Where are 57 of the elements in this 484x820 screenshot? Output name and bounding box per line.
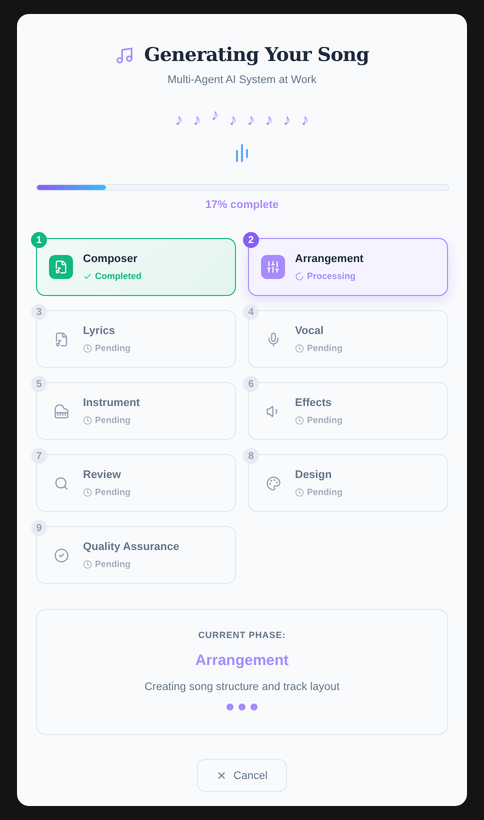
music-note: ♪	[301, 112, 309, 130]
agent-status: Pending	[95, 487, 130, 497]
music-note: ♪	[247, 112, 255, 130]
agent-name: Arrangement	[295, 253, 364, 265]
step-number: 4	[243, 304, 259, 320]
agent-name: Review	[83, 469, 122, 481]
agent-name: Instrument	[83, 397, 140, 409]
phase-description: Creating song structure and track layout	[144, 681, 340, 693]
agent-name: Quality Assurance	[83, 541, 180, 553]
phase-label: CURRENT PHASE:	[198, 630, 286, 640]
subtitle: Multi-Agent AI System at Work	[168, 74, 316, 86]
spinner-icon	[295, 272, 304, 280]
agent-status: Pending	[95, 343, 130, 353]
agent-name: Composer	[83, 253, 138, 265]
agent-status: Pending	[307, 415, 342, 425]
close-icon	[216, 770, 228, 781]
clock-icon	[83, 344, 92, 352]
step-number: 9	[31, 520, 47, 536]
step-number: 8	[243, 448, 259, 464]
cancel-button[interactable]: Cancel	[197, 759, 287, 792]
file-music-icon	[49, 255, 73, 279]
agent-status: Pending	[95, 415, 130, 425]
audio-bars-icon	[235, 144, 249, 162]
agent-status: Completed	[95, 271, 142, 281]
clock-icon	[83, 560, 92, 568]
clock-icon	[295, 488, 304, 496]
music-note: ♪	[175, 112, 183, 130]
clock-icon	[295, 416, 304, 424]
music-note: ♪	[229, 112, 237, 130]
agent-status: Pending	[95, 559, 130, 569]
agent-name: Effects	[295, 397, 333, 409]
music-note: ♪	[265, 112, 273, 130]
sliders-icon	[261, 255, 285, 279]
music-icon	[115, 46, 134, 64]
agent-status: Pending	[307, 343, 342, 353]
music-note: ♪	[193, 112, 201, 130]
agent-status: Processing	[307, 271, 356, 281]
loading-dots-icon	[226, 703, 258, 711]
clock-icon	[83, 488, 92, 496]
clock-icon	[295, 344, 304, 352]
step-number: 6	[243, 376, 259, 392]
step-number: 2	[243, 232, 259, 248]
step-number: 1	[31, 232, 47, 248]
phase-name: Arrangement	[195, 652, 289, 669]
step-number: 5	[31, 376, 47, 392]
clock-icon	[83, 416, 92, 424]
title: Generating Your Song	[144, 44, 369, 66]
music-note: ♪	[283, 112, 291, 130]
agent-status: Pending	[307, 487, 342, 497]
step-number: 7	[31, 448, 47, 464]
check-icon	[83, 272, 92, 280]
progress-label: 17% complete	[205, 199, 279, 211]
agent-name: Design	[295, 469, 333, 481]
music-note: ♪	[211, 107, 219, 125]
step-number: 3	[31, 304, 47, 320]
agent-name: Vocal	[295, 325, 325, 337]
agent-name: Lyrics	[83, 325, 116, 337]
